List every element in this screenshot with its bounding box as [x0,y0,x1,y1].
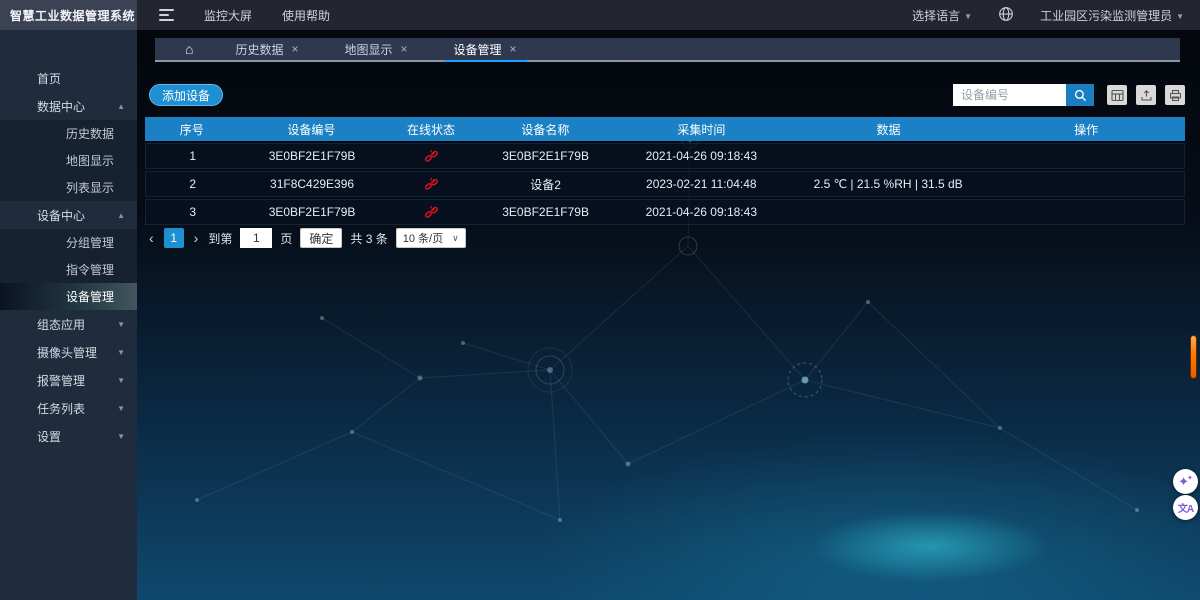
col-header: 设备名称 [478,121,613,138]
tab-history-data[interactable]: 历史数据 × [231,38,302,60]
sidebar-item-data-center[interactable]: 数据中心 ▲ [0,92,137,120]
topbar: 智慧工业数据管理系统 监控大屏 使用帮助 选择语言 ▼ 工业园区污染监测管理员 ▼ [0,0,1200,30]
table-tool-buttons [1107,85,1185,105]
translate-fab-button[interactable]: 文A [1173,495,1198,520]
offline-icon [424,205,439,220]
col-header: 序号 [145,121,239,138]
sparkle-fab-button[interactable]: ✦ ✦ [1173,469,1198,494]
sparkle-small-icon: ✦ [1187,474,1193,482]
page-number-button[interactable]: 1 [164,228,184,248]
goto-confirm-button[interactable]: 确定 [300,228,342,248]
total-count-label: 共 3 条 [350,230,387,247]
sidebar-item-task-list[interactable]: 任务列表 ▼ [0,394,137,422]
sidebar-item-camera-management[interactable]: 摄像头管理 ▼ [0,338,137,366]
col-header: 采集时间 [613,121,790,138]
topnav: 监控大屏 使用帮助 [137,7,330,24]
home-tab-icon[interactable]: ⌂ [185,42,193,56]
search-input[interactable] [953,84,1066,106]
user-menu[interactable]: 工业园区污染监测管理员 ▼ [1040,7,1184,24]
sidebar-item-list-display[interactable]: 列表显示 [0,174,137,201]
sidebar-item-map-display[interactable]: 地图显示 [0,147,137,174]
caret-down-icon: ▼ [117,376,125,385]
search-icon [1074,89,1087,102]
sidebar-item-history-data[interactable]: 历史数据 [0,120,137,147]
topnav-monitor-screen[interactable]: 监控大屏 [204,7,252,24]
tab-bar: ⌂ 历史数据 × 地图显示 × 设备管理 × [155,38,1180,62]
app-title: 智慧工业数据管理系统 [0,0,137,30]
col-header: 设备编号 [239,121,385,138]
table-row: 3 3E0BF2E1F79B 3E0BF2E1F79B 2021-04-26 [145,199,1185,225]
toolbar: 添加设备 [149,84,1188,106]
caret-down-icon: ▼ [117,348,125,357]
sidebar-toggle-icon[interactable] [159,9,174,21]
sidebar: 首页 数据中心 ▲ 历史数据 地图显示 列表显示 设备中心 ▲ 分组管理 指令管… [0,30,137,600]
caret-down-icon: ▼ [1176,12,1184,21]
select-caret-icon: ∨ [452,233,459,244]
export-icon [1140,89,1153,102]
tab-device-management[interactable]: 设备管理 × [450,38,521,60]
col-header: 操作 [987,121,1185,138]
sidebar-item-alarm-management[interactable]: 报警管理 ▼ [0,366,137,394]
close-icon[interactable]: × [510,42,517,56]
goto-page-input[interactable] [240,228,272,248]
prev-page-button[interactable]: ‹ [147,230,156,246]
language-selector-label: 选择语言 [912,9,960,23]
next-page-button[interactable]: › [192,230,201,246]
add-device-button[interactable]: 添加设备 [149,84,223,106]
export-button[interactable] [1136,85,1156,105]
language-selector[interactable]: 选择语言 ▼ [912,7,972,24]
search-group [953,84,1188,106]
table-row: 2 31F8C429E396 设备2 2023-02-21 11:04:48 [145,171,1185,197]
caret-down-icon: ▼ [117,404,125,413]
sidebar-item-home[interactable]: 首页 [0,64,137,92]
sidebar-item-group-management[interactable]: 分组管理 [0,229,137,256]
print-button[interactable] [1165,85,1185,105]
sidebar-item-config-app[interactable]: 组态应用 ▼ [0,310,137,338]
col-header: 数据 [790,121,988,138]
offline-icon [424,149,439,164]
caret-down-icon: ▼ [117,432,125,441]
sidebar-item-device-management[interactable]: 设备管理 [0,283,137,310]
sidebar-item-device-center[interactable]: 设备中心 ▲ [0,201,137,229]
topbar-right: 选择语言 ▼ 工业园区污染监测管理员 ▼ [912,6,1200,25]
translate-icon: 文A [1178,500,1193,515]
caret-down-icon: ▼ [117,320,125,329]
printer-icon [1169,89,1182,102]
submenu-device-center: 分组管理 指令管理 设备管理 [0,229,137,310]
table-row: 1 3E0BF2E1F79B 3E0BF2E1F79B 2021-04-26 [145,143,1185,169]
tab-map-display[interactable]: 地图显示 × [341,38,412,60]
caret-down-icon: ▼ [964,12,972,21]
constellation-background [137,30,1200,600]
grid-icon [1111,89,1124,102]
topnav-help[interactable]: 使用帮助 [282,7,330,24]
page-unit-label: 页 [280,230,292,247]
device-table: 序号 设备编号 在线状态 设备名称 采集时间 数据 操作 1 3E0BF2E1F… [145,117,1185,227]
submenu-data-center: 历史数据 地图显示 列表显示 [0,120,137,201]
app-window: 智慧工业数据管理系统 监控大屏 使用帮助 选择语言▼ 工业园区污染监测管理员▼ … [0,0,1200,600]
search-button[interactable] [1066,84,1094,106]
offline-icon [424,177,439,192]
goto-label: 到第 [208,230,232,247]
close-icon[interactable]: × [401,42,408,56]
sidebar-item-command-management[interactable]: 指令管理 [0,256,137,283]
pagination: ‹ 1 › 到第 页 确定 共 3 条 10 条/页 ∨ [147,228,466,248]
sidebar-item-settings[interactable]: 设置 ▼ [0,422,137,450]
column-settings-button[interactable] [1107,85,1127,105]
caret-up-icon: ▲ [117,211,125,220]
scrollbar-thumb[interactable] [1190,335,1197,379]
main-content: ⌂ 历史数据 × 地图显示 × 设备管理 × 添加设备 [137,30,1200,600]
caret-up-icon: ▲ [117,102,125,111]
user-name: 工业园区污染监测管理员 [1040,9,1172,23]
close-icon[interactable]: × [291,42,298,56]
table-header-row: 序号 设备编号 在线状态 设备名称 采集时间 数据 操作 [145,117,1185,141]
col-header: 在线状态 [384,121,478,138]
page-size-select[interactable]: 10 条/页 ∨ [396,228,466,248]
globe-icon[interactable] [998,6,1014,25]
